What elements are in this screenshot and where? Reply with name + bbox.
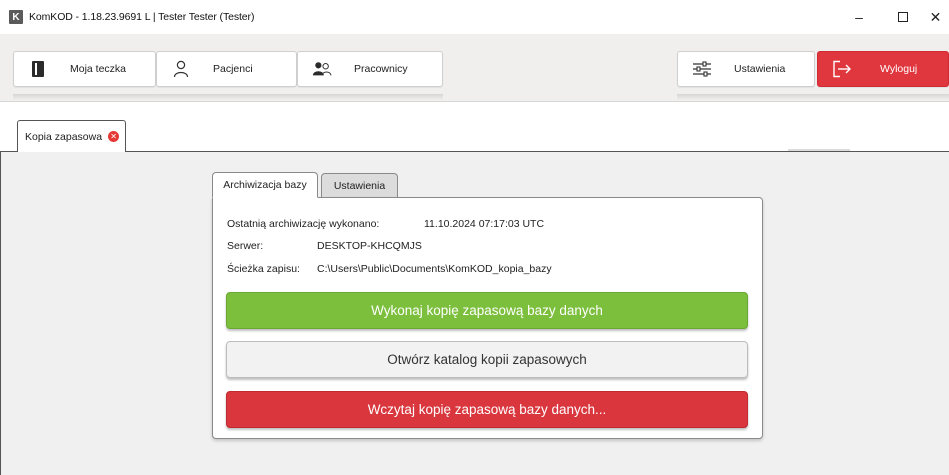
tab-kopia-zapasowa[interactable]: Kopia zapasowa ✕ [17,120,126,153]
tab-archiwizacja-bazy[interactable]: Archiwizacja bazy [212,172,318,198]
pracownicy-button[interactable]: Pracownicy [297,51,443,87]
server-value: DESKTOP-KHCQMJS [317,240,422,252]
page-tab-strip: Kopia zapasowa ✕ [0,102,949,153]
last-backup-value: 11.10.2024 07:17:03 UTC [424,218,545,230]
open-backup-folder-button[interactable]: Otwórz katalog kopii zapasowych [226,341,748,378]
main-toolbar: Moja teczka Pacjenci Pracownicy Ustawien… [0,34,949,102]
title-bar: K KomKOD - 1.18.23.9691 L | Tester Teste… [0,0,949,34]
path-row: Ścieżka zapisu: C:\Users\Public\Document… [227,263,552,275]
ustawienia-label: Ustawienia [734,63,786,75]
toolbar-shadow-right [677,94,949,100]
tab-ustawienia[interactable]: Ustawienia [321,173,398,198]
pacjenci-label: Pacjenci [213,63,253,75]
maximize-icon [898,12,908,22]
make-backup-button[interactable]: Wykonaj kopię zapasową bazy danych [226,292,748,329]
window-title: KomKOD - 1.18.23.9691 L | Tester Tester … [29,11,255,23]
server-row: Serwer: DESKTOP-KHCQMJS [227,240,422,252]
pacjenci-button[interactable]: Pacjenci [156,51,297,87]
maximize-button[interactable] [880,0,926,34]
restore-backup-button[interactable]: Wczytaj kopię zapasową bazy danych... [226,391,748,428]
toolbar-shadow-left [13,94,443,100]
last-backup-label: Ostatnią archiwizację wykonano: [227,218,380,230]
logout-icon [832,59,852,79]
users-icon [312,59,332,79]
pracownicy-label: Pracownicy [354,63,408,75]
path-label: Ścieżka zapisu: [227,263,300,275]
last-backup-row: Ostatnią archiwizację wykonano: 11.10.20… [227,218,544,230]
close-tab-icon[interactable]: ✕ [108,131,120,142]
moja-teczka-label: Moja teczka [70,63,127,75]
app-logo: K [9,10,23,24]
close-window-button[interactable]: ✕ [922,0,949,34]
wyloguj-label: Wyloguj [880,63,918,75]
path-value: C:\Users\Public\Documents\KomKOD_kopia_b… [317,263,552,275]
minimize-button[interactable]: – [836,0,882,34]
user-icon [171,59,191,79]
ustawienia-button[interactable]: Ustawienia [677,51,815,87]
backup-panel: Ostatnią archiwizację wykonano: 11.10.20… [212,197,763,439]
moja-teczka-button[interactable]: Moja teczka [13,51,156,87]
sliders-icon [692,59,712,79]
server-label: Serwer: [227,240,264,252]
folder-icon [28,59,48,79]
strip-accent [788,149,850,151]
wyloguj-button[interactable]: Wyloguj [817,51,949,87]
tab-kopia-zapasowa-label: Kopia zapasowa [25,130,103,143]
